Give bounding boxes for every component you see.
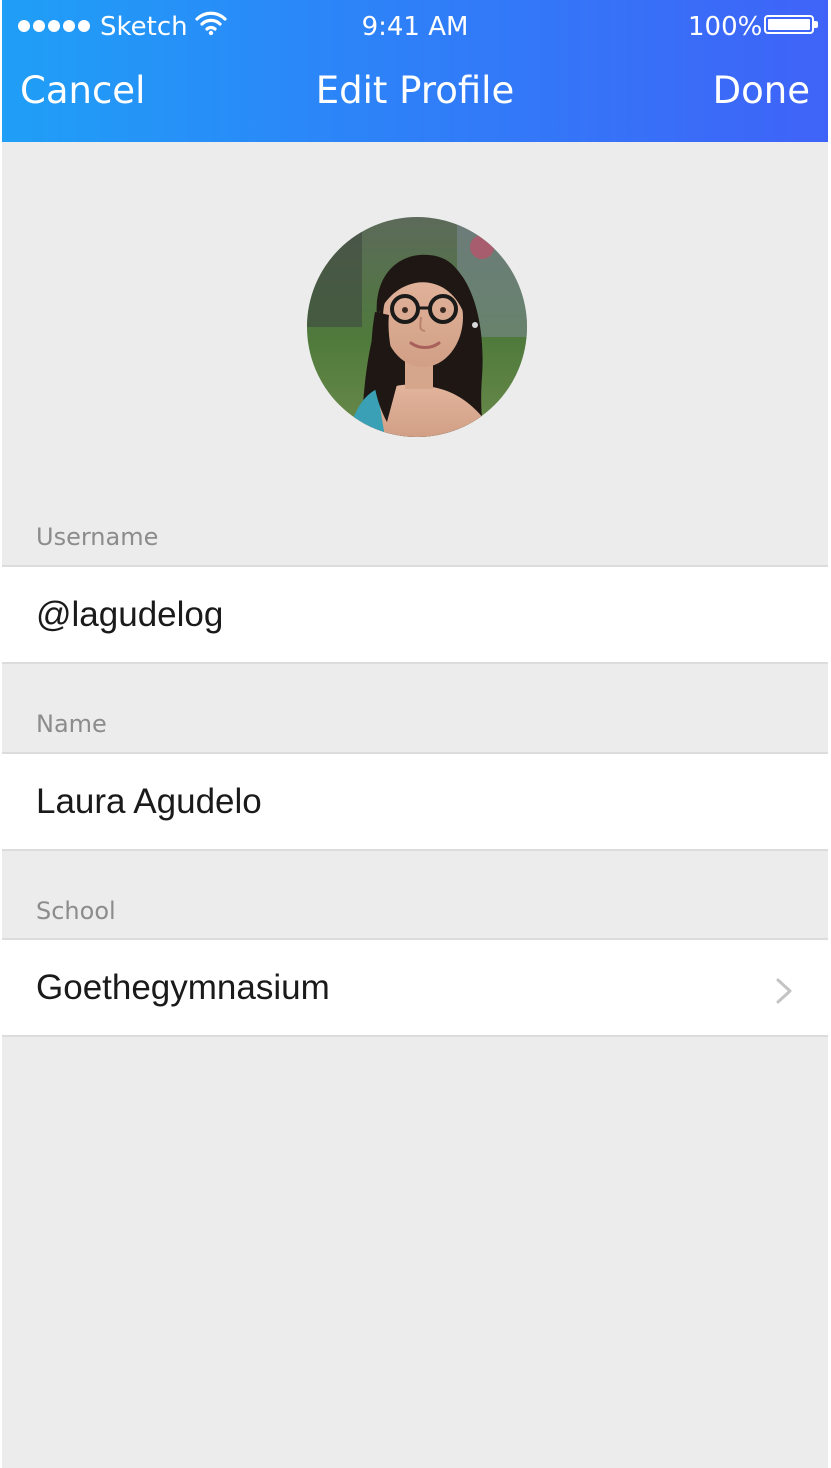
chevron-right-icon [776, 978, 792, 1004]
cancel-button[interactable]: Cancel [20, 66, 145, 116]
profile-photo [307, 217, 527, 437]
battery-icon [764, 15, 818, 34]
navigation-bar: Sketch 9:41 AM 100% Cancel Edit Profile … [2, 0, 828, 142]
avatar[interactable] [307, 217, 527, 437]
school-field[interactable]: Goethegymnasium [2, 938, 828, 1037]
name-value: Laura Agudelo [36, 781, 262, 821]
battery-percentage: 100% [688, 12, 763, 42]
edit-profile-screen: Sketch 9:41 AM 100% Cancel Edit Profile … [2, 0, 828, 1468]
username-value: @lagudelog [36, 594, 224, 634]
school-label: School [36, 897, 116, 925]
username-label: Username [36, 523, 159, 551]
status-bar: Sketch 9:41 AM 100% [2, 0, 828, 54]
name-label: Name [36, 710, 107, 738]
name-field[interactable]: Laura Agudelo [2, 752, 828, 851]
username-field[interactable]: @lagudelog [2, 565, 828, 664]
done-button[interactable]: Done [713, 66, 810, 116]
school-value: Goethegymnasium [36, 967, 330, 1007]
